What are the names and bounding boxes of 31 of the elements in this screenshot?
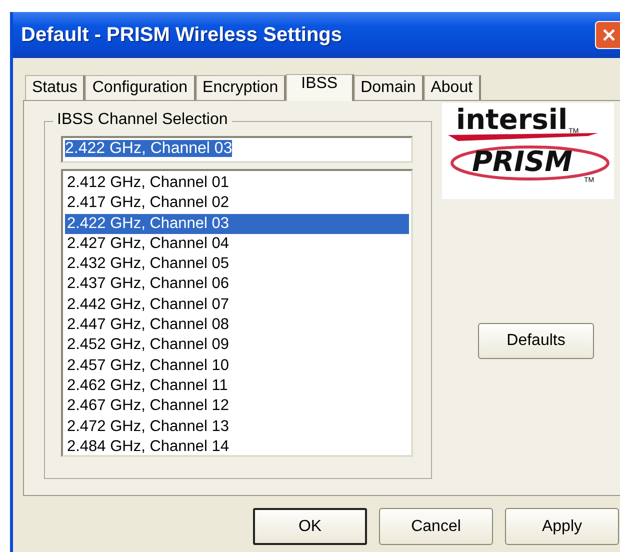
channel-item[interactable]: 2.442 GHz, Channel 07 — [65, 294, 409, 316]
defaults-button[interactable]: Defaults — [478, 323, 594, 359]
channel-item[interactable]: 2.427 GHz, Channel 04 — [65, 234, 409, 254]
channel-item[interactable]: 2.457 GHz, Channel 10 — [65, 356, 409, 376]
tab[interactable]: Encryption — [196, 75, 286, 100]
window-title: Default - PRISM Wireless Settings — [21, 24, 342, 46]
tab[interactable]: IBSS — [286, 74, 354, 101]
channel-item[interactable]: 2.412 GHz, Channel 01 — [65, 173, 409, 194]
dialog-button[interactable]: Cancel — [379, 508, 493, 545]
channel-item[interactable]: 2.422 GHz, Channel 03 — [65, 214, 409, 234]
channel-item[interactable]: 2.484 GHz, Channel 14 — [65, 436, 409, 458]
channel-item[interactable]: 2.447 GHz, Channel 08 — [65, 315, 409, 336]
swoosh-icon — [448, 133, 598, 141]
channel-item[interactable]: 2.417 GHz, Channel 02 — [65, 193, 409, 214]
tab[interactable]: Domain — [354, 75, 424, 100]
channel-item[interactable]: 2.432 GHz, Channel 05 — [65, 254, 409, 274]
channel-item[interactable]: 2.452 GHz, Channel 09 — [65, 335, 409, 356]
channel-item[interactable]: 2.472 GHz, Channel 13 — [65, 416, 409, 437]
tab[interactable]: Status — [25, 75, 86, 100]
channel-item[interactable]: 2.462 GHz, Channel 11 — [65, 376, 409, 396]
tab[interactable]: Configuration — [85, 75, 196, 100]
channel-field[interactable]: 2.422 GHz, Channel 03 — [61, 136, 413, 163]
channel-item[interactable]: 2.437 GHz, Channel 06 — [65, 274, 409, 295]
close-icon — [602, 28, 616, 42]
tab[interactable]: About — [424, 75, 481, 100]
close-button[interactable] — [595, 21, 620, 49]
product-logo-text: PRISM — [472, 145, 573, 178]
channel-item[interactable]: 2.467 GHz, Channel 12 — [65, 396, 409, 417]
dialog-button[interactable]: OK — [253, 508, 367, 545]
brand-logo-text: intersil — [456, 105, 568, 135]
dialog-button[interactable]: Apply — [505, 508, 619, 545]
